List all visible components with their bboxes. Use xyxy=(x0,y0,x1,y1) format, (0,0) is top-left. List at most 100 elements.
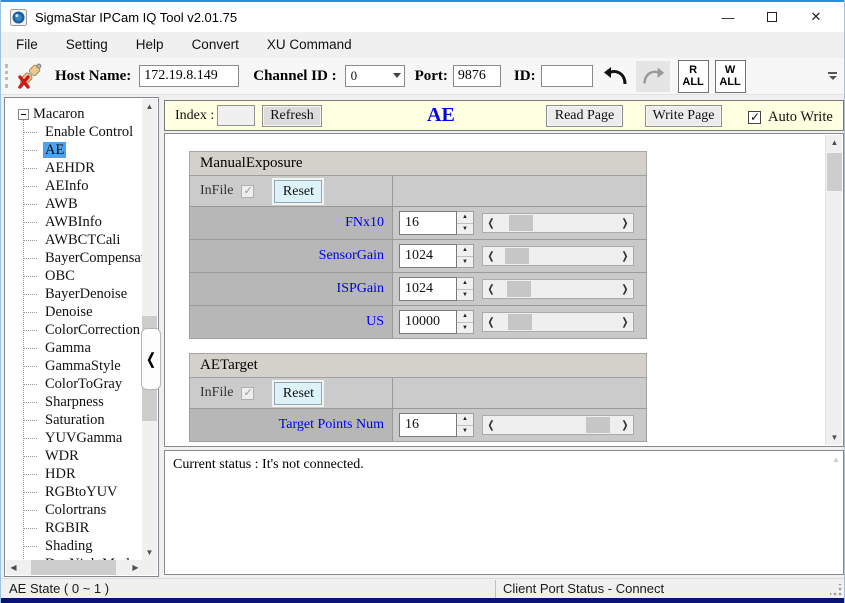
resize-grip[interactable] xyxy=(830,584,842,596)
tree-item-colortogray[interactable]: ColorToGray xyxy=(6,375,143,393)
menu-item-convert[interactable]: Convert xyxy=(178,32,253,58)
id-input[interactable] xyxy=(541,65,593,87)
tree-item-enable-control[interactable]: Enable Control xyxy=(6,123,143,141)
host-name-input[interactable] xyxy=(139,65,239,87)
tree-item-rgbir[interactable]: RGBIR xyxy=(6,519,143,537)
tree-item-gamma[interactable]: Gamma xyxy=(6,339,143,357)
slider-thumb[interactable] xyxy=(586,417,610,433)
disconnect-icon[interactable] xyxy=(15,62,45,90)
slider-left-icon[interactable]: ❬ xyxy=(483,416,499,434)
tree-item-colortrans[interactable]: Colortrans xyxy=(6,501,143,519)
slider-right-icon[interactable]: ❭ xyxy=(617,280,633,298)
channel-id-dropdown[interactable]: 0 xyxy=(345,65,405,87)
menu-item-help[interactable]: Help xyxy=(122,32,178,58)
tree-item-rgbtoyuv[interactable]: RGBtoYUV xyxy=(6,483,143,501)
collapse-node-icon[interactable] xyxy=(18,109,29,120)
menu-item-file[interactable]: File xyxy=(2,32,52,58)
toolbar-overflow-button[interactable] xyxy=(828,72,837,80)
infile-checkbox[interactable] xyxy=(241,387,254,400)
minimize-button[interactable]: — xyxy=(706,2,750,32)
tree-item-yuvgamma[interactable]: YUVGamma xyxy=(6,429,143,447)
tree-item-shading[interactable]: Shading xyxy=(6,537,143,555)
tree-horizontal-scrollbar[interactable]: ◀ ▶ xyxy=(6,560,143,575)
spinner-up-icon[interactable]: ▲ xyxy=(457,278,473,290)
maximize-button[interactable] xyxy=(750,2,794,32)
spinner-down-icon[interactable]: ▼ xyxy=(457,257,473,268)
scroll-down-icon[interactable]: ▼ xyxy=(826,430,843,445)
slider-left-icon[interactable]: ❬ xyxy=(483,214,499,232)
port-input[interactable] xyxy=(453,65,501,87)
refresh-button[interactable]: Refresh xyxy=(262,105,322,127)
tree-item-aeinfo[interactable]: AEInfo xyxy=(6,177,143,195)
slider-left-icon[interactable]: ❬ xyxy=(483,313,499,331)
spinner-down-icon[interactable]: ▼ xyxy=(457,290,473,301)
toolbar-grip[interactable] xyxy=(5,64,8,88)
scroll-up-icon[interactable]: ▲ xyxy=(142,99,157,114)
status-log-area[interactable]: Current status : It's not connected. ▲ xyxy=(164,450,844,575)
spinner-up-icon[interactable]: ▲ xyxy=(457,311,473,323)
tree-item-awbctcali[interactable]: AWBCTCali xyxy=(6,231,143,249)
params-vertical-scrollbar[interactable]: ▲ ▼ xyxy=(825,135,842,445)
scroll-left-icon[interactable]: ◀ xyxy=(6,560,21,575)
menu-item-xu-command[interactable]: XU Command xyxy=(253,32,366,58)
slider-right-icon[interactable]: ❭ xyxy=(617,313,633,331)
scroll-down-icon[interactable]: ▼ xyxy=(142,545,157,560)
tree-item-saturation[interactable]: Saturation xyxy=(6,411,143,429)
tree-item-hdr[interactable]: HDR xyxy=(6,465,143,483)
tree-item-ae[interactable]: AE xyxy=(6,141,143,159)
tree-item-gammastyle[interactable]: GammaStyle xyxy=(6,357,143,375)
param-slider[interactable]: ❬❭ xyxy=(482,415,634,435)
spinner-up-icon[interactable]: ▲ xyxy=(457,212,473,224)
tree-item-sharpness[interactable]: Sharpness xyxy=(6,393,143,411)
index-input[interactable] xyxy=(217,105,255,126)
read-all-button[interactable]: R ALL xyxy=(678,60,709,93)
write-all-button[interactable]: W ALL xyxy=(715,60,746,93)
tree-item-denoise[interactable]: Denoise xyxy=(6,303,143,321)
slider-right-icon[interactable]: ❭ xyxy=(617,214,633,232)
param-value-input[interactable]: 1024 xyxy=(399,244,457,268)
tree-item-bayercompensation[interactable]: BayerCompensation xyxy=(6,249,143,267)
tree-item-awbinfo[interactable]: AWBInfo xyxy=(6,213,143,231)
spinner-down-icon[interactable]: ▼ xyxy=(457,323,473,334)
tree-hscroll-thumb[interactable] xyxy=(31,560,116,575)
close-button[interactable]: ✕ xyxy=(794,2,838,32)
slider-thumb[interactable] xyxy=(505,248,529,264)
slider-thumb[interactable] xyxy=(507,281,531,297)
write-page-button[interactable]: Write Page xyxy=(645,105,722,127)
slider-right-icon[interactable]: ❭ xyxy=(617,247,633,265)
tree-item-obc[interactable]: OBC xyxy=(6,267,143,285)
param-slider[interactable]: ❬❭ xyxy=(482,312,634,332)
tree-root-macaron[interactable]: Macaron xyxy=(6,105,143,123)
param-value-input[interactable]: 1024 xyxy=(399,277,457,301)
param-slider[interactable]: ❬❭ xyxy=(482,246,634,266)
menu-item-setting[interactable]: Setting xyxy=(52,32,122,58)
slider-left-icon[interactable]: ❬ xyxy=(483,280,499,298)
tree-item-bayerdenoise[interactable]: BayerDenoise xyxy=(6,285,143,303)
param-slider[interactable]: ❬❭ xyxy=(482,279,634,299)
slider-thumb[interactable] xyxy=(508,314,532,330)
reset-button[interactable]: Reset xyxy=(274,382,322,405)
tree-item-aehdr[interactable]: AEHDR xyxy=(6,159,143,177)
slider-left-icon[interactable]: ❬ xyxy=(483,247,499,265)
tree-item-awb[interactable]: AWB xyxy=(6,195,143,213)
tree-item-wdr[interactable]: WDR xyxy=(6,447,143,465)
read-page-button[interactable]: Read Page xyxy=(546,105,623,127)
scroll-up-icon[interactable]: ▲ xyxy=(826,135,843,150)
param-value-input[interactable]: 16 xyxy=(399,413,457,437)
param-slider[interactable]: ❬❭ xyxy=(482,213,634,233)
spinner-down-icon[interactable]: ▼ xyxy=(457,224,473,235)
spinner-down-icon[interactable]: ▼ xyxy=(457,426,473,437)
slider-right-icon[interactable]: ❭ xyxy=(617,416,633,434)
spinner-up-icon[interactable]: ▲ xyxy=(457,414,473,426)
auto-write-checkbox[interactable] xyxy=(748,111,761,124)
params-vscroll-thumb[interactable] xyxy=(827,153,842,191)
slider-thumb[interactable] xyxy=(509,215,533,231)
panel-collapse-button[interactable]: ❬ xyxy=(141,328,161,390)
reset-button[interactable]: Reset xyxy=(274,180,322,203)
infile-checkbox[interactable] xyxy=(241,185,254,198)
scroll-right-icon[interactable]: ▶ xyxy=(128,560,143,575)
param-value-input[interactable]: 16 xyxy=(399,211,457,235)
undo-icon[interactable] xyxy=(601,61,631,91)
spinner-up-icon[interactable]: ▲ xyxy=(457,245,473,257)
param-value-input[interactable]: 10000 xyxy=(399,310,457,334)
